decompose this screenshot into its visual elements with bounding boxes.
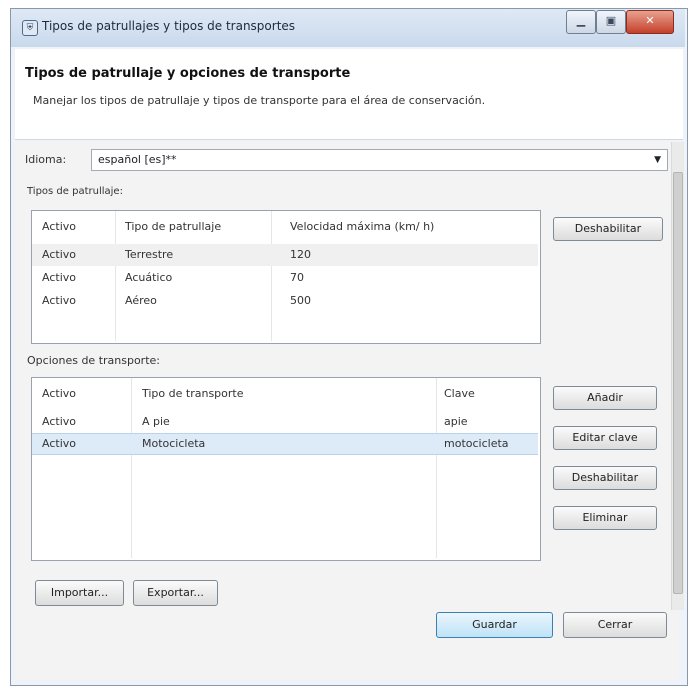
export-button[interactable]: Exportar... (133, 580, 218, 606)
edit-key-button[interactable]: Editar clave (553, 426, 657, 450)
scrollbar-thumb[interactable] (673, 172, 683, 594)
cell-active: Activo (42, 294, 76, 307)
disable-transport-button[interactable]: Deshabilitar (553, 466, 657, 490)
shield-icon: ⛨ (22, 20, 38, 36)
import-button[interactable]: Importar... (35, 580, 124, 606)
patrol-types-table[interactable]: Activo Tipo de patrullaje Velocidad máxi… (31, 210, 541, 344)
save-button[interactable]: Guardar (436, 612, 553, 638)
cell-active: Activo (42, 248, 76, 261)
disable-patrol-type-button[interactable]: Deshabilitar (553, 217, 663, 241)
cell-active: Activo (42, 415, 76, 428)
cell-transport-type: A pie (142, 415, 170, 428)
table-row[interactable]: Activo Aéreo 500 (32, 290, 538, 312)
page-title: Tipos de patrullaje y opciones de transp… (25, 66, 351, 81)
page-description: Manejar los tipos de patrullaje y tipos … (33, 94, 486, 107)
column-divider (131, 378, 132, 558)
language-label: Idioma: (25, 153, 67, 166)
table-row[interactable]: Activo A pie apie (32, 412, 538, 432)
cell-transport-type: Motocicleta (142, 437, 206, 450)
cell-max-speed: 70 (290, 271, 304, 284)
column-header-active[interactable]: Activo (42, 387, 76, 400)
delete-transport-button[interactable]: Eliminar (553, 506, 657, 530)
column-header-active[interactable]: Activo (42, 220, 76, 233)
transport-options-label: Opciones de transporte: (27, 354, 160, 367)
column-divider (436, 378, 437, 558)
table-row[interactable]: Activo Terrestre 120 (32, 244, 538, 266)
table-row[interactable]: Activo Acuático 70 (32, 267, 538, 289)
language-select[interactable]: español [es]** ▼ (91, 149, 668, 171)
cell-max-speed: 500 (290, 294, 311, 307)
window-title: Tipos de patrullajes y tipos de transpor… (42, 19, 296, 33)
cell-key: apie (444, 415, 468, 428)
chevron-down-icon[interactable]: ▼ (654, 150, 661, 170)
cell-active: Activo (42, 437, 76, 450)
add-transport-button[interactable]: Añadir (553, 386, 657, 410)
maximize-button[interactable]: ▣ (596, 10, 626, 34)
transport-table[interactable]: Activo Tipo de transporte Clave Activo A… (31, 377, 541, 561)
cell-patrol-type: Aéreo (125, 294, 157, 307)
column-header-patrol-type[interactable]: Tipo de patrullaje (125, 220, 221, 233)
close-window-button[interactable]: ✕ (626, 10, 674, 34)
minimize-button[interactable]: ▁ (566, 10, 596, 34)
cell-key: motocicleta (444, 437, 509, 450)
language-value: español [es]** (98, 153, 177, 166)
cell-active: Activo (42, 271, 76, 284)
column-header-key[interactable]: Clave (444, 387, 475, 400)
column-header-max-speed[interactable]: Velocidad máxima (km/ h) (290, 220, 434, 233)
cell-max-speed: 120 (290, 248, 311, 261)
close-button[interactable]: Cerrar (563, 612, 667, 638)
cell-patrol-type: Acuático (125, 271, 173, 284)
cell-patrol-type: Terrestre (125, 248, 174, 261)
patrol-types-label: Tipos de patrullaje: (27, 186, 123, 197)
table-row-selected[interactable]: Activo Motocicleta motocicleta (32, 433, 538, 455)
column-header-transport-type[interactable]: Tipo de transporte (142, 387, 244, 400)
